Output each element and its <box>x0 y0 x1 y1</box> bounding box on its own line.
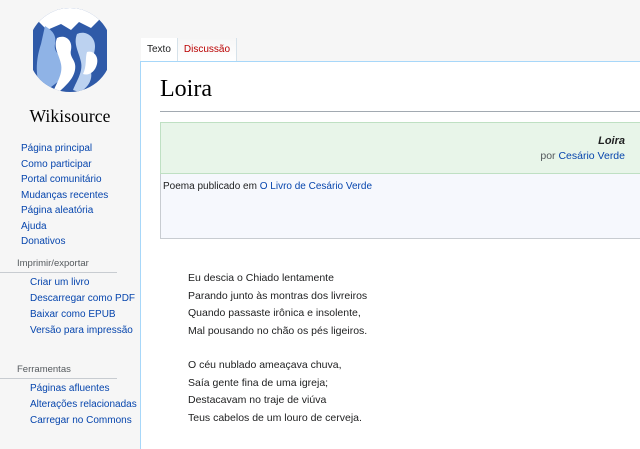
tab-text[interactable]: Texto <box>141 38 177 61</box>
poem: Eu descia o Chiado lentamente Parando ju… <box>188 270 367 427</box>
poem-line: O céu nublado ameaçava chuva, <box>188 359 342 371</box>
stanza-break <box>188 340 367 357</box>
logo[interactable]: Wikisource <box>19 0 121 130</box>
poem-line: Destacavam no traje de viúva <box>188 394 327 406</box>
title-divider <box>160 111 640 112</box>
poem-line: Eu descia o Chiado lentamente <box>188 272 334 284</box>
poem-line: Parando junto às montras dos livreiros <box>188 289 368 302</box>
poem-line: Saía gente fina de uma igreja; <box>188 376 329 389</box>
portal-heading-tools: Ferramentas <box>0 364 117 379</box>
portal-heading-print: Imprimir/exportar <box>0 258 117 273</box>
sidebar: Wikisource Página principal Como partici… <box>0 0 140 448</box>
print-export-portal: Imprimir/exportar Criar um livro Descarr… <box>0 258 140 341</box>
wikisource-globe-icon <box>33 8 107 92</box>
page-title: Loira <box>160 76 212 102</box>
content-area: Loira Loira por Cesário Verde Poema publ… <box>140 61 640 449</box>
logo-wordmark: Wikisource <box>29 106 111 126</box>
sidebar-item-portal-comunitario[interactable]: Portal comunitário <box>0 174 140 186</box>
header-notes: Poema publicado em O Livro de Cesário Ve… <box>160 174 640 239</box>
poem-line: Quando passaste irônica e insolente, <box>188 307 361 319</box>
author-link[interactable]: Cesário Verde <box>558 150 625 162</box>
work-header: Loira por Cesário Verde <box>160 122 640 174</box>
sidebar-item-upload-commons[interactable]: Carregar no Commons <box>0 415 140 427</box>
notes-prefix: Poema publicado em <box>163 181 260 192</box>
work-author: por Cesário Verde <box>540 150 625 162</box>
sidebar-item-create-book[interactable]: Criar um livro <box>0 277 140 289</box>
sidebar-item-ajuda[interactable]: Ajuda <box>0 221 140 233</box>
page-tabs: Texto Discussão <box>141 38 238 61</box>
notes-text: Poema publicado em O Livro de Cesário Ve… <box>163 181 372 192</box>
sidebar-item-mudancas-recentes[interactable]: Mudanças recentes <box>0 190 140 202</box>
sidebar-item-download-epub[interactable]: Baixar como EPUB <box>0 309 140 321</box>
sidebar-item-what-links-here[interactable]: Páginas afluentes <box>0 383 140 395</box>
sidebar-item-como-participar[interactable]: Como participar <box>0 159 140 171</box>
sidebar-item-printable-version[interactable]: Versão para impressão <box>0 325 140 337</box>
sidebar-item-pagina-aleatoria[interactable]: Página aleatória <box>0 205 140 217</box>
tab-discussion[interactable]: Discussão <box>176 38 238 61</box>
sidebar-item-related-changes[interactable]: Alterações relacionadas <box>0 399 140 411</box>
sidebar-item-download-pdf[interactable]: Descarregar como PDF <box>0 293 140 305</box>
book-link[interactable]: O Livro de Cesário Verde <box>260 181 372 192</box>
poem-line: Mal pousando no chão os pés ligeiros. <box>188 324 368 337</box>
sidebar-item-pagina-principal[interactable]: Página principal <box>0 143 140 155</box>
poem-line: Teus cabelos de um louro de cerveja. <box>188 411 362 424</box>
author-prefix: por <box>540 150 559 162</box>
tools-portal: Ferramentas Páginas afluentes Alterações… <box>0 364 140 431</box>
main-navigation: Página principal Como participar Portal … <box>0 143 140 252</box>
work-title: Loira <box>598 135 625 147</box>
sidebar-item-donativos[interactable]: Donativos <box>0 236 140 248</box>
